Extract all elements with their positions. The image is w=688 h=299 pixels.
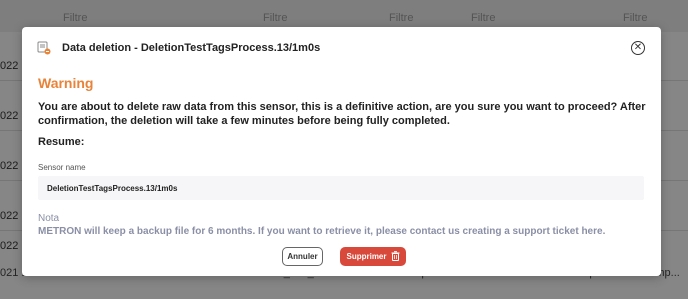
sensor-name-value: DeletionTestTagsProcess.13/1m0s — [47, 183, 178, 193]
document-delete-icon — [37, 41, 51, 55]
dialog-title: Data deletion - DeletionTestTagsProcess.… — [62, 42, 321, 54]
warning-message: You are about to delete raw data from th… — [38, 101, 646, 127]
delete-confirmation-dialog: Data deletion - DeletionTestTagsProcess.… — [22, 27, 661, 276]
warning-title: Warning — [38, 75, 94, 91]
cancel-button-label: Annuler — [287, 252, 318, 261]
nota-title: Nota — [38, 213, 60, 224]
dialog-header: Data deletion - DeletionTestTagsProcess.… — [37, 37, 649, 59]
sensor-name-label: Sensor name — [38, 163, 86, 172]
cancel-button[interactable]: Annuler — [282, 247, 323, 266]
close-button[interactable]: ✕ — [631, 41, 645, 55]
delete-button[interactable]: Supprimer — [340, 247, 406, 266]
sensor-name-field: DeletionTestTagsProcess.13/1m0s — [38, 176, 644, 200]
delete-button-label: Supprimer — [346, 252, 387, 261]
close-icon: ✕ — [633, 42, 643, 53]
trash-icon — [391, 250, 400, 263]
nota-message: METRON will keep a backup file for 6 mon… — [38, 226, 606, 237]
resume-heading: Resume: — [38, 136, 85, 148]
